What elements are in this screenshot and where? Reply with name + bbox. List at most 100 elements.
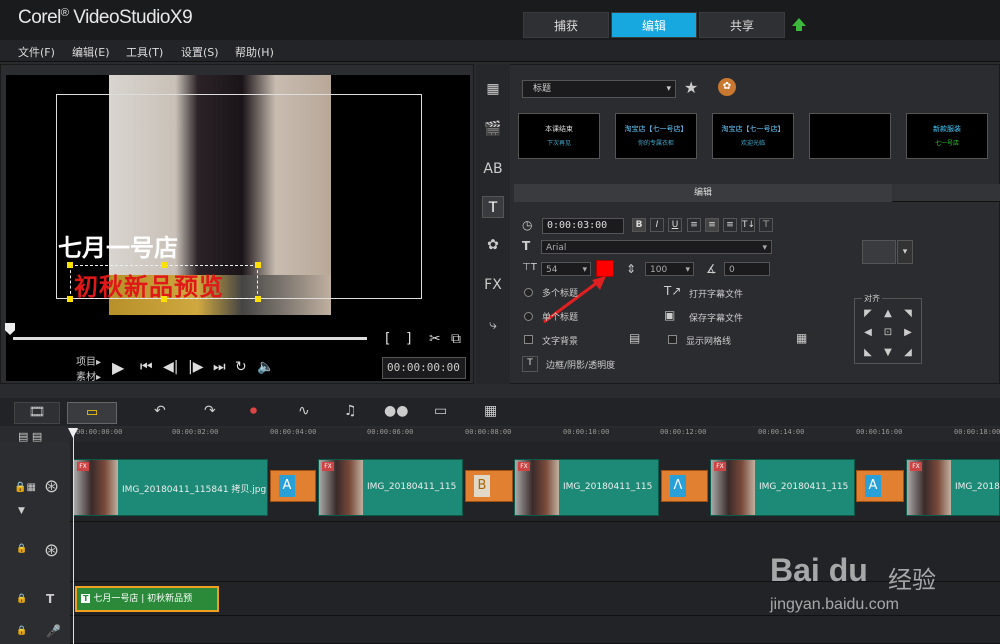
chevron-down-icon[interactable]: ▾	[897, 240, 913, 264]
go-end-icon[interactable]: ⏭	[213, 359, 226, 375]
transition-clip[interactable]: A	[270, 470, 316, 502]
scrubber-track[interactable]	[13, 337, 367, 340]
overlay-title-line1[interactable]: 七月一号店	[58, 228, 178, 263]
align-bottom-icon[interactable]: ▼	[878, 343, 898, 362]
show-grid-checkbox[interactable]	[668, 335, 677, 344]
tab-edit[interactable]: 编辑	[611, 12, 697, 38]
overlay-title-line2[interactable]: 初秋新品预览	[74, 267, 224, 302]
subtitle-editor-icon[interactable]: ▭	[434, 403, 447, 419]
title-icon[interactable]: T	[482, 196, 504, 218]
cut-icon[interactable]: ✂	[429, 331, 441, 347]
align-bottom-right-icon[interactable]: ◢	[898, 343, 918, 362]
text-bg-checkbox[interactable]	[524, 335, 533, 344]
record-capture-icon[interactable]: ⏺	[250, 403, 257, 419]
align-bottom-left-icon[interactable]: ◣	[858, 343, 878, 362]
menu-tools[interactable]: 工具(T)	[126, 44, 163, 60]
category-dropdown[interactable]: 标题 ▾	[522, 80, 676, 98]
angle-field[interactable]: 0	[724, 262, 770, 276]
chevron-down-icon[interactable]: ▼	[18, 506, 25, 516]
title-thumbnail[interactable]	[809, 113, 891, 159]
transition-clip[interactable]: Λ	[661, 470, 708, 502]
resize-handle[interactable]	[67, 262, 73, 268]
media-icon[interactable]: ▦	[482, 78, 504, 100]
resize-handle[interactable]	[67, 296, 73, 302]
text-direction-button[interactable]: ⊤	[759, 218, 773, 232]
instant-project-icon[interactable]: 🎬	[482, 118, 504, 140]
line-spacing-field[interactable]: 100 ▾	[645, 262, 694, 276]
single-title-radio[interactable]	[524, 312, 533, 321]
video-clip[interactable]: FXIMG_20180411_115	[906, 459, 1000, 516]
bg-settings-icon[interactable]: ▤	[629, 331, 640, 345]
text-direction-button[interactable]: T↓	[741, 218, 755, 232]
tab-options-edit[interactable]: 编辑	[514, 184, 892, 202]
font-select[interactable]: Arial ▾	[541, 240, 772, 254]
align-left-icon[interactable]: ◀	[858, 323, 878, 342]
redo-icon[interactable]: ↷	[204, 403, 216, 419]
italic-button[interactable]: I	[650, 218, 664, 232]
preview-canvas[interactable]: 七月一号店 初秋新品预览	[6, 75, 470, 381]
menu-file[interactable]: 文件(F)	[18, 44, 55, 60]
resize-handle[interactable]	[255, 296, 261, 302]
align-top-right-icon[interactable]: ◥	[898, 304, 918, 323]
storyboard-view-icon[interactable]: 🎞	[14, 402, 60, 424]
timeline-view-icon[interactable]: ▭	[67, 402, 117, 424]
sound-mixer-icon[interactable]: ∿	[298, 403, 310, 419]
align-left-button[interactable]: ≡	[687, 218, 701, 232]
align-top-icon[interactable]: ▲	[878, 304, 898, 323]
volume-icon[interactable]: 🔈	[257, 359, 274, 375]
lock-icon[interactable]: 🔒	[16, 544, 27, 554]
repeat-icon[interactable]: ↻	[235, 359, 247, 375]
prev-frame-icon[interactable]: ◀|	[163, 359, 178, 375]
lock-icon[interactable]: 🔒	[16, 594, 27, 604]
title-thumbnail[interactable]: 淘宝店【七一号店】 欢迎光临	[712, 113, 794, 159]
timecode-field[interactable]: 00:00:00:00	[382, 357, 466, 379]
timeline-playhead[interactable]	[73, 428, 74, 644]
multi-camera-icon[interactable]: ▦	[484, 403, 497, 419]
mode-clip[interactable]: 素材▸	[76, 368, 101, 383]
undo-icon[interactable]: ↶	[154, 403, 166, 419]
resize-handle[interactable]	[161, 296, 167, 302]
transition-clip[interactable]: B	[465, 470, 513, 502]
align-right-icon[interactable]: ▶	[898, 323, 918, 342]
add-favorite-icon[interactable]: ★	[684, 78, 698, 97]
transition-icon[interactable]: AB	[482, 158, 504, 180]
align-center-icon[interactable]: ⊡	[878, 323, 898, 342]
menu-edit[interactable]: 编辑(E)	[72, 44, 110, 60]
save-subtitle-icon[interactable]: ▣	[664, 308, 675, 322]
resize-handle[interactable]	[255, 262, 261, 268]
title-thumbnail[interactable]: 淘宝店【七一号店】 你的专属衣柜	[615, 113, 697, 159]
align-top-left-icon[interactable]: ◤	[858, 304, 878, 323]
tab-capture[interactable]: 捕获	[523, 12, 609, 38]
underline-button[interactable]: U	[668, 218, 682, 232]
video-clip[interactable]: FXIMG_20180411_115	[318, 459, 463, 516]
play-icon[interactable]: ▶	[112, 358, 124, 377]
open-subtitle-label[interactable]: 打开字幕文件	[689, 287, 743, 300]
duration-field[interactable]: 0:00:03:00	[542, 218, 624, 234]
next-frame-icon[interactable]: |▶	[188, 359, 203, 375]
filter-icon[interactable]: FX	[482, 274, 504, 296]
video-clip[interactable]: FXIMG_20180411_115	[710, 459, 855, 516]
mark-out-icon[interactable]: ]	[406, 331, 411, 347]
get-more-icon[interactable]: ✿	[718, 78, 736, 96]
preset-style-swatch[interactable]	[862, 240, 896, 264]
menu-settings[interactable]: 设置(S)	[181, 44, 219, 60]
title-thumbnail[interactable]: 本课结束 下次再见	[518, 113, 600, 159]
motion-tracking-icon[interactable]: ●●	[384, 403, 408, 419]
video-clip[interactable]: FX IMG_20180411_115841 拷贝.jpg	[73, 459, 268, 516]
mark-in-icon[interactable]: [	[385, 331, 390, 347]
auto-music-icon[interactable]: ♫	[344, 403, 357, 419]
video-clip[interactable]: FXIMG_20180411_115	[514, 459, 659, 516]
title-clip[interactable]: T 七月一号店 | 初秋新品预	[75, 586, 219, 612]
bold-button[interactable]: B	[632, 218, 646, 232]
lock-icon[interactable]: 🔒▦	[14, 482, 36, 493]
border-shadow-label[interactable]: 边框/阴影/透明度	[546, 358, 615, 371]
graphic-icon[interactable]: ✿	[482, 234, 504, 256]
border-shadow-icon[interactable]: T	[522, 356, 538, 372]
multi-title-radio[interactable]	[524, 288, 533, 297]
voice-track[interactable]	[70, 616, 1000, 644]
save-subtitle-label[interactable]: 保存字幕文件	[689, 311, 743, 324]
copy-icon[interactable]: ⧉	[451, 331, 461, 347]
mode-project[interactable]: 项目▸	[76, 353, 101, 368]
lock-icon[interactable]: 🔒	[16, 626, 27, 636]
menu-help[interactable]: 帮助(H)	[235, 44, 274, 60]
